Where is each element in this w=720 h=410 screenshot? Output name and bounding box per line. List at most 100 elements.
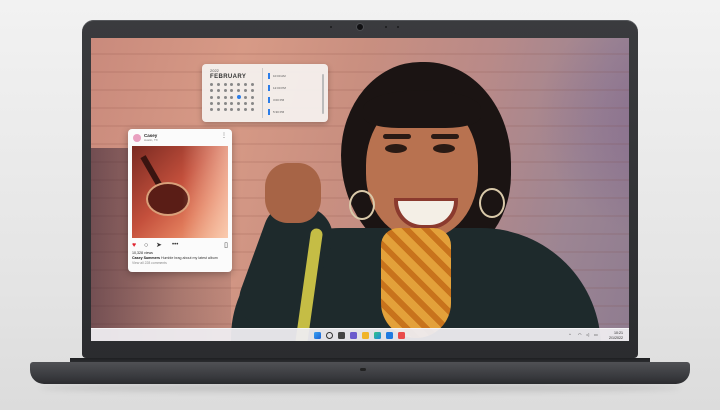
event-time: 5:30 PM	[273, 109, 285, 114]
event-color-bar	[268, 108, 270, 115]
calendar-day[interactable]	[244, 95, 248, 99]
wallpaper-bangs	[363, 90, 481, 128]
wallpaper-fist	[265, 163, 321, 223]
heart-icon[interactable]: ♥	[132, 241, 136, 250]
post-caption: Casey Summers Humble brag about my lates…	[132, 256, 230, 260]
calendar-widget[interactable]: 2022 FEBRUARY 10:00 AM 12:00 PM 3:00 PM 5:3…	[202, 64, 328, 122]
tray-overflow-icon[interactable]: ^	[569, 332, 571, 337]
calendar-year: 2022	[210, 68, 219, 73]
calendar-day[interactable]	[237, 108, 241, 111]
post-views: 10,328 views	[132, 251, 153, 255]
task-view-icon[interactable]	[338, 332, 345, 339]
camera-sensor	[397, 26, 399, 28]
calendar-event-list: 10:00 AM 12:00 PM 3:00 PM 5:30 PM	[268, 72, 324, 120]
laptop-base	[30, 362, 690, 384]
calendar-day[interactable]	[237, 102, 241, 105]
wallpaper-eye	[385, 144, 407, 153]
calendar-day[interactable]	[230, 95, 234, 99]
calendar-day[interactable]	[230, 108, 234, 111]
calendar-day[interactable]	[223, 95, 227, 99]
caption-username[interactable]: Casey Summers	[132, 256, 160, 260]
calendar-day[interactable]	[237, 83, 241, 86]
calendar-day[interactable]	[251, 89, 255, 92]
desktop-screen: 2022 FEBRUARY 10:00 AM 12:00 PM 3:00 PM 5:3…	[91, 38, 629, 341]
bookmark-icon[interactable]: ▯	[224, 241, 228, 250]
laptop-opening-notch	[360, 368, 366, 371]
post-location: Austin, TX	[144, 138, 158, 142]
wallpaper-scarf	[381, 228, 451, 338]
wallpaper-eyebrow	[431, 134, 459, 139]
event-time: 12:00 PM	[273, 85, 286, 90]
more-icon[interactable]: ⋮	[221, 132, 227, 139]
app-icon[interactable]	[398, 332, 405, 339]
start-icon[interactable]	[314, 332, 321, 339]
event-color-bar	[268, 96, 270, 103]
social-post-widget[interactable]: Casey Austin, TX ⋮ ♥ ○ ➤ ••• ▯ 10,328 vi…	[128, 129, 232, 272]
calendar-day[interactable]	[209, 89, 213, 92]
calendar-day[interactable]	[209, 95, 213, 99]
calendar-day[interactable]	[251, 108, 255, 111]
calendar-day-grid	[208, 83, 256, 111]
calendar-day[interactable]	[251, 83, 255, 86]
wallpaper-earring	[479, 188, 505, 218]
calendar-day[interactable]	[209, 83, 213, 86]
calendar-day[interactable]	[230, 89, 234, 92]
post-photo[interactable]	[132, 146, 228, 238]
calendar-today[interactable]	[236, 95, 241, 99]
post-action-bar: ♥ ○ ➤ ••• ▯	[132, 241, 228, 250]
calendar-day[interactable]	[230, 102, 234, 105]
calendar-month: FEBRUARY	[210, 74, 247, 80]
chat-icon[interactable]	[350, 332, 357, 339]
comment-icon[interactable]: ○	[144, 241, 148, 250]
calendar-day[interactable]	[251, 95, 255, 99]
calendar-day[interactable]	[244, 102, 248, 105]
calendar-day[interactable]	[223, 108, 227, 111]
caption-text: Humble brag about my latest album	[159, 256, 218, 260]
calendar-day[interactable]	[237, 89, 241, 92]
event-color-bar	[268, 84, 270, 91]
more-icon[interactable]: •••	[172, 241, 178, 250]
calendar-day[interactable]	[216, 102, 220, 105]
calendar-day[interactable]	[244, 89, 248, 92]
wallpaper-eye	[433, 144, 455, 153]
calendar-day[interactable]	[244, 108, 248, 111]
share-icon[interactable]: ➤	[156, 241, 162, 250]
calendar-day[interactable]	[209, 102, 213, 105]
camera-sensor	[330, 26, 332, 28]
taskbar-clock[interactable]: 10:21 2/1/2022	[609, 331, 623, 341]
file-explorer-icon[interactable]	[362, 332, 369, 339]
calendar-day[interactable]	[209, 108, 213, 111]
calendar-day[interactable]	[216, 83, 220, 86]
calendar-event[interactable]: 12:00 PM	[268, 84, 324, 91]
calendar-day[interactable]	[230, 83, 234, 86]
camera-sensor	[385, 26, 387, 28]
search-icon[interactable]	[326, 332, 333, 339]
view-comments-link[interactable]: View all 228 comments	[132, 261, 167, 265]
photo-light	[182, 146, 228, 238]
store-icon[interactable]	[386, 332, 393, 339]
clock-date: 2/1/2022	[609, 335, 623, 340]
calendar-event[interactable]: 10:00 AM	[268, 72, 324, 79]
browser-icon[interactable]	[374, 332, 381, 339]
calendar-day[interactable]	[223, 89, 227, 92]
calendar-day[interactable]	[223, 83, 227, 86]
event-time: 3:00 PM	[273, 97, 285, 102]
calendar-day[interactable]	[244, 83, 248, 86]
calendar-day[interactable]	[216, 95, 220, 99]
wallpaper-earring	[349, 190, 375, 220]
battery-icon[interactable]: ▭	[594, 332, 598, 337]
laptop-shadow	[40, 384, 680, 392]
wallpaper-eyebrow	[383, 134, 411, 139]
calendar-divider	[262, 68, 263, 118]
calendar-event[interactable]: 5:30 PM	[268, 108, 324, 115]
wifi-icon[interactable]: ◠	[578, 332, 582, 337]
calendar-day[interactable]	[223, 102, 227, 105]
taskbar: ^ ◠ ◁ ▭ 10:21 2/1/2022	[91, 328, 629, 341]
calendar-day[interactable]	[216, 89, 220, 92]
volume-icon[interactable]: ◁	[586, 332, 589, 337]
calendar-scrollbar[interactable]	[322, 74, 324, 114]
calendar-day[interactable]	[251, 102, 255, 105]
calendar-day[interactable]	[216, 108, 220, 111]
calendar-event[interactable]: 3:00 PM	[268, 96, 324, 103]
avatar[interactable]	[133, 134, 141, 142]
